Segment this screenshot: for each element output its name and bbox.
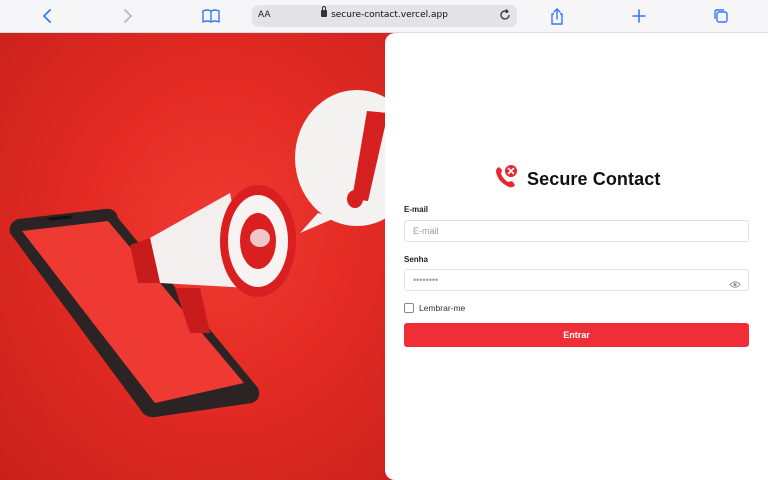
forward-icon[interactable] bbox=[117, 5, 139, 27]
password-label: Senha bbox=[404, 255, 429, 264]
back-icon[interactable] bbox=[36, 5, 58, 27]
address-bar[interactable]: AA secure-contact.vercel.app bbox=[252, 5, 517, 27]
lock-icon bbox=[321, 6, 328, 17]
url-text: secure-contact.vercel.app bbox=[331, 10, 448, 20]
remember-me-checkbox[interactable] bbox=[404, 303, 414, 313]
reload-icon[interactable] bbox=[498, 8, 512, 27]
remember-me-label: Lembrar-me bbox=[419, 303, 466, 313]
remember-me[interactable]: Lembrar-me bbox=[404, 303, 465, 313]
login-panel: Secure Contact E-mail Senha Lembrar-me E… bbox=[385, 33, 768, 480]
login-button[interactable]: Entrar bbox=[404, 323, 749, 347]
share-icon[interactable] bbox=[546, 5, 568, 27]
megaphone-phone-illustration bbox=[9, 90, 400, 418]
show-password-eye-icon[interactable] bbox=[729, 276, 741, 294]
brand-header: Secure Contact bbox=[493, 164, 660, 195]
url-display[interactable]: secure-contact.vercel.app bbox=[252, 6, 517, 20]
password-field-wrapper bbox=[404, 269, 749, 291]
password-input[interactable] bbox=[405, 270, 748, 290]
bookmarks-icon[interactable] bbox=[200, 5, 222, 27]
hero-illustration bbox=[0, 33, 400, 480]
browser-toolbar: AA secure-contact.vercel.app bbox=[0, 0, 768, 33]
email-label: E-mail bbox=[404, 205, 429, 214]
new-tab-icon[interactable] bbox=[628, 5, 650, 27]
email-field-wrapper bbox=[404, 220, 749, 242]
tabs-overview-icon[interactable] bbox=[710, 5, 732, 27]
brand-title: Secure Contact bbox=[527, 169, 661, 189]
phone-blocked-icon bbox=[493, 164, 519, 195]
email-input[interactable] bbox=[405, 221, 748, 241]
